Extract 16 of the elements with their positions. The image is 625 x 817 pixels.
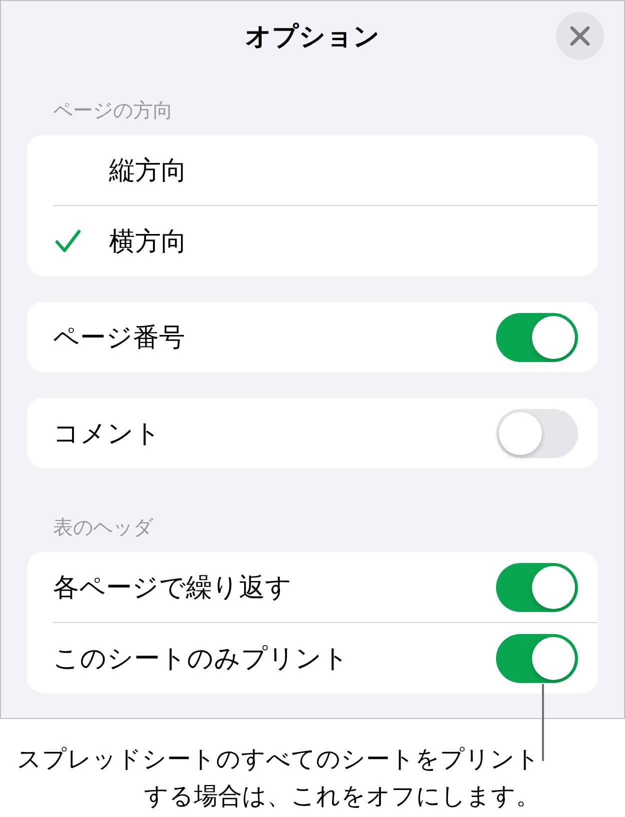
section-header: 表のヘッダ	[53, 516, 153, 540]
toggle-switch[interactable]	[496, 634, 578, 682]
setting-label: ページ番号	[53, 321, 186, 353]
setting-label: 各ページで繰り返す	[53, 571, 293, 603]
orientation-option[interactable]: 縦方向	[27, 135, 598, 205]
orientation-option[interactable]: 横方向	[27, 206, 598, 276]
callout-text: スプレッドシートのすべてのシートをプリントする場合は、これをオフにします。	[16, 745, 540, 812]
close-icon	[570, 26, 590, 46]
setting-label: コメント	[53, 417, 162, 449]
toggle-switch[interactable]	[496, 312, 578, 362]
section-header: ページの方向	[53, 99, 173, 123]
toggle-switch[interactable]	[496, 408, 578, 458]
toggle-switch[interactable]	[496, 562, 578, 612]
close-button[interactable]	[556, 12, 604, 60]
dialog-title: オプション	[245, 20, 380, 52]
setting-label: このシートのみプリント	[53, 642, 350, 674]
